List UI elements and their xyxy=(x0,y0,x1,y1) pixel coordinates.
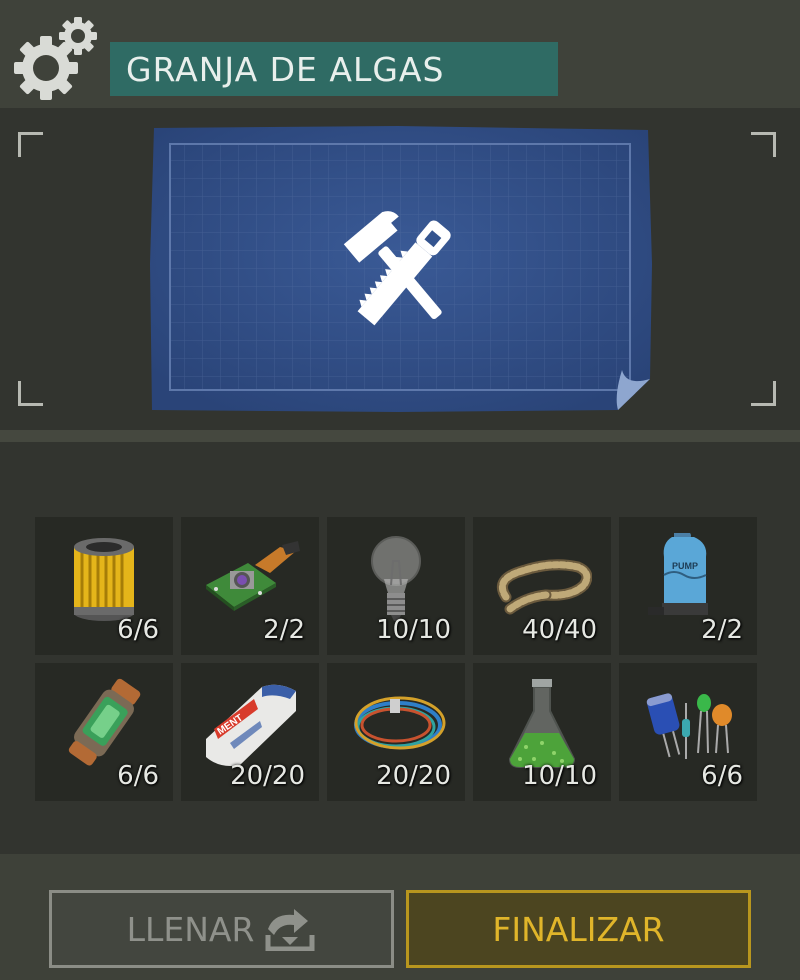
item-count: 20/20 xyxy=(230,761,305,791)
header: GRANJA DE ALGAS xyxy=(0,0,800,108)
title-bar: GRANJA DE ALGAS xyxy=(110,42,558,96)
building-preview xyxy=(0,108,800,430)
rope-icon xyxy=(497,559,592,615)
corner-bracket xyxy=(18,381,43,406)
blueprint-image xyxy=(150,126,652,412)
item-slot-wires[interactable]: 20/20 xyxy=(327,663,465,801)
air-filter-icon xyxy=(74,538,134,621)
item-count: 20/20 xyxy=(376,761,451,791)
item-count: 6/6 xyxy=(701,761,743,791)
item-slot-pump[interactable]: PUMP 2/2 xyxy=(619,517,757,655)
item-count: 10/10 xyxy=(522,761,597,791)
item-count: 6/6 xyxy=(117,615,159,645)
required-items-panel: 6/6 2/2 10/10 40/40 PUMP 2/2 6/6 MENT 20… xyxy=(0,442,800,854)
item-slot-electronics[interactable]: 6/6 xyxy=(619,663,757,801)
fill-button-label: LLENAR xyxy=(126,909,255,949)
item-count: 2/2 xyxy=(701,615,743,645)
canister-icon xyxy=(68,678,141,766)
page-title: GRANJA DE ALGAS xyxy=(126,49,445,89)
item-slot-chemical[interactable]: 10/10 xyxy=(473,663,611,801)
gears-icon[interactable] xyxy=(12,14,100,100)
capacitor-icon xyxy=(646,693,732,759)
light-bulb-icon xyxy=(371,536,421,621)
pump-label: PUMP xyxy=(672,561,698,571)
flask-icon xyxy=(508,679,576,768)
divider xyxy=(0,430,800,442)
item-slot-canister[interactable]: 6/6 xyxy=(35,663,173,801)
item-slot-light-bulb[interactable]: 10/10 xyxy=(327,517,465,655)
fill-button[interactable]: LLENAR xyxy=(49,890,394,968)
circuit-board-icon xyxy=(206,541,300,611)
corner-bracket xyxy=(751,381,776,406)
item-count: 40/40 xyxy=(522,615,597,645)
finish-button[interactable]: FINALIZAR xyxy=(406,890,751,968)
corner-bracket xyxy=(751,132,776,157)
item-count: 6/6 xyxy=(117,761,159,791)
item-count: 10/10 xyxy=(376,615,451,645)
finish-button-label: FINALIZAR xyxy=(492,909,665,949)
item-slot-cement[interactable]: MENT 20/20 xyxy=(181,663,319,801)
item-count: 2/2 xyxy=(263,615,305,645)
cement-bag-icon: MENT xyxy=(206,684,296,766)
pump-icon: PUMP xyxy=(648,533,708,615)
corner-bracket xyxy=(18,132,43,157)
footer: LLENAR FINALIZAR xyxy=(0,854,800,980)
item-slot-rope[interactable]: 40/40 xyxy=(473,517,611,655)
item-slot-filter[interactable]: 6/6 xyxy=(35,517,173,655)
item-slot-circuit-board[interactable]: 2/2 xyxy=(181,517,319,655)
wires-icon xyxy=(354,696,446,750)
fill-arrow-icon xyxy=(265,909,315,951)
